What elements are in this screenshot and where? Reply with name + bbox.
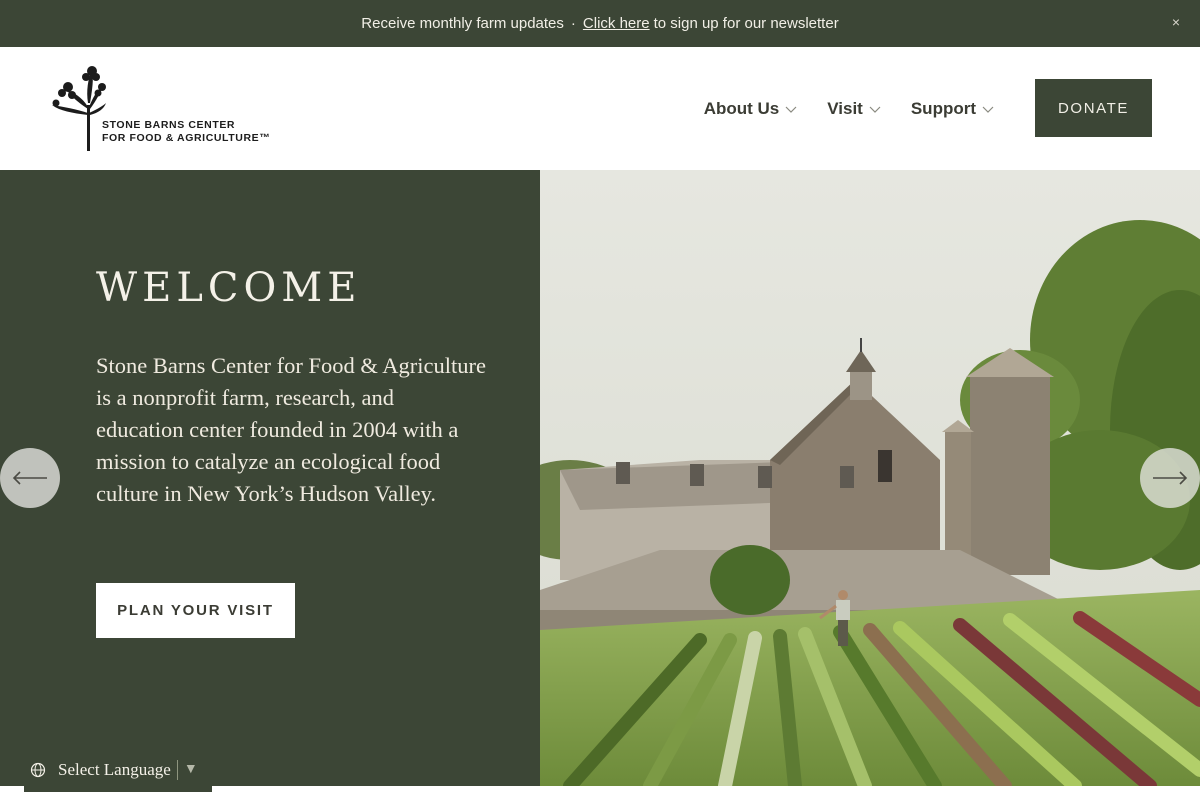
nav-item-support[interactable]: Support bbox=[911, 99, 994, 119]
hero-text-panel: WELCOME Stone Barns Center for Food & Ag… bbox=[0, 170, 540, 786]
chevron-down-icon bbox=[785, 106, 797, 113]
site-logo[interactable]: STONE BARNS CENTER FOR FOOD & AGRICULTUR… bbox=[46, 63, 286, 153]
announcement-text: Receive monthly farm updates bbox=[361, 15, 564, 32]
chevron-down-icon bbox=[869, 106, 881, 113]
logo-wordmark: STONE BARNS CENTER FOR FOOD & AGRICULTUR… bbox=[102, 119, 270, 145]
close-icon[interactable]: × bbox=[1168, 14, 1184, 30]
arrow-right-icon bbox=[1153, 471, 1188, 485]
site-header: STONE BARNS CENTER FOR FOOD & AGRICULTUR… bbox=[0, 47, 1200, 170]
nav-item-label: Visit bbox=[827, 98, 863, 118]
nav-item-visit[interactable]: Visit bbox=[827, 99, 881, 119]
announcement-suffix: to sign up for our newsletter bbox=[653, 15, 839, 32]
nav-item-label: Support bbox=[910, 98, 976, 118]
hero-farm-image bbox=[540, 170, 1200, 786]
announcement-separator: · bbox=[570, 15, 576, 32]
carousel-next-button[interactable] bbox=[1140, 448, 1200, 508]
language-label: Select Language bbox=[58, 760, 171, 779]
carrot-plant-icon bbox=[52, 66, 106, 151]
globe-icon bbox=[30, 762, 46, 778]
donate-button[interactable]: DONATE bbox=[1035, 79, 1152, 137]
logo-line-1: STONE BARNS CENTER bbox=[102, 119, 236, 131]
plan-your-visit-button[interactable]: PLAN YOUR VISIT bbox=[96, 583, 295, 638]
nav-item-about-us[interactable]: About Us bbox=[704, 99, 798, 119]
farm-landscape-image bbox=[540, 170, 1200, 786]
arrow-left-icon bbox=[12, 471, 47, 485]
announcement-bar: Receive monthly farm updates · Click her… bbox=[0, 0, 1200, 47]
hero-title: WELCOME bbox=[96, 265, 362, 311]
chevron-down-icon: ▼ bbox=[183, 762, 198, 777]
newsletter-link[interactable]: Click here bbox=[583, 15, 650, 32]
main-nav: About Us Visit Support bbox=[674, 47, 994, 170]
hero-description: Stone Barns Center for Food & Agricultur… bbox=[96, 353, 486, 506]
language-selector[interactable]: Select Language ▼ bbox=[24, 748, 212, 792]
nav-item-label: About Us bbox=[703, 98, 780, 118]
language-divider bbox=[176, 760, 178, 780]
carousel-prev-button[interactable] bbox=[0, 448, 60, 508]
chevron-down-icon bbox=[982, 106, 994, 113]
logo-line-2: FOR FOOD & AGRICULTURE™ bbox=[102, 132, 271, 144]
